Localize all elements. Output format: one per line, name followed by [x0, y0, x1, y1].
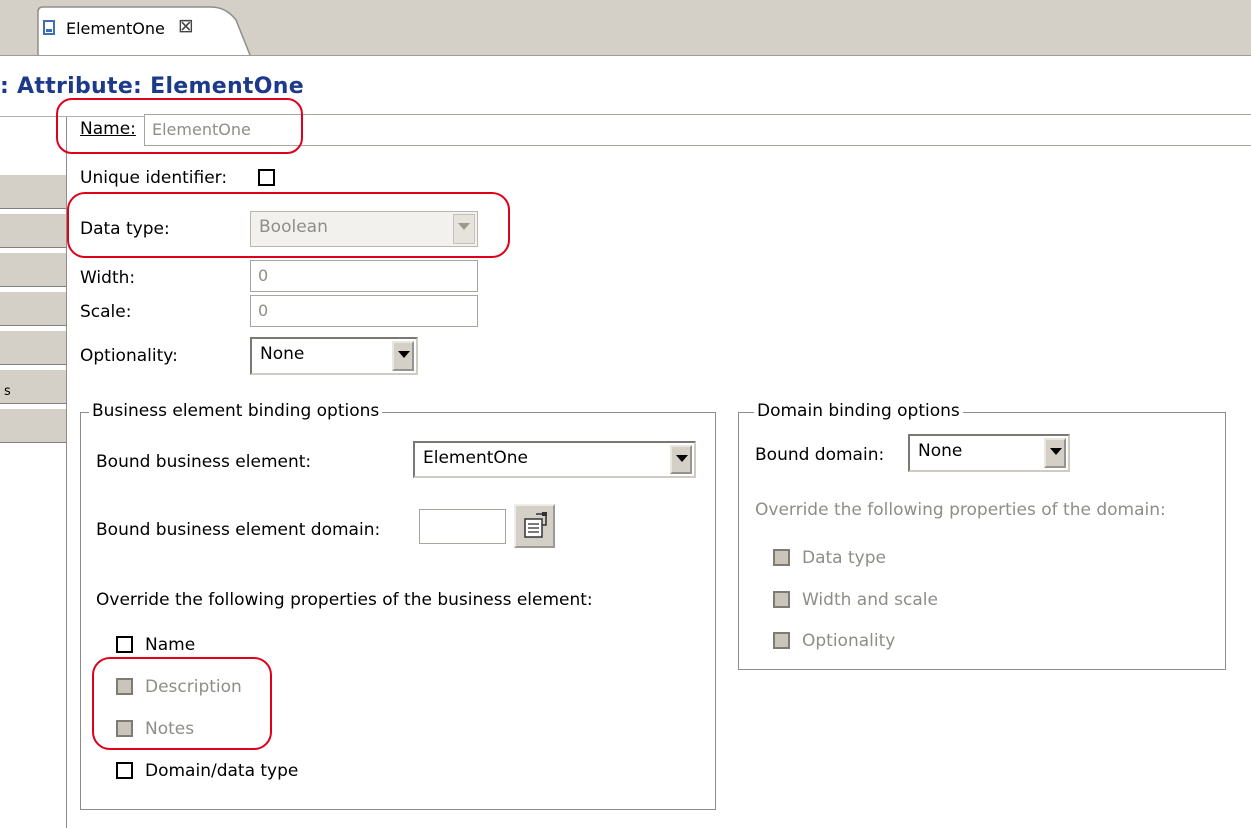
- highlight-data-type: [67, 192, 510, 258]
- left-strip-button-4[interactable]: [0, 291, 66, 326]
- left-strip-label: s: [4, 384, 11, 399]
- width-label: Width:: [80, 268, 136, 288]
- scale-label: Scale:: [80, 302, 132, 322]
- bound-domain-value: None: [918, 441, 963, 461]
- bound-domain-select[interactable]: None: [908, 434, 1070, 472]
- name-field[interactable]: ElementOne: [144, 114, 1251, 146]
- domain-override-data-type-label: Data type: [802, 548, 886, 568]
- chevron-down-icon: [1044, 438, 1066, 468]
- domain-override-width-scale-checkbox[interactable]: [773, 591, 790, 608]
- editor-tab[interactable]: ElementOne ⊠: [36, 6, 251, 56]
- domain-override-optionality-checkbox[interactable]: [773, 632, 790, 649]
- page-title: : Attribute: ElementOne: [0, 74, 304, 99]
- optionality-value: None: [260, 344, 305, 364]
- bound-business-element-select[interactable]: ElementOne: [413, 441, 696, 478]
- business-element-binding-title: Business element binding options: [89, 401, 383, 421]
- tab-label: ElementOne: [66, 19, 165, 38]
- override-name-label: Name: [145, 635, 196, 655]
- left-strip-button-5[interactable]: [0, 330, 66, 365]
- document-icon: [43, 20, 55, 35]
- domain-binding-title: Domain binding options: [754, 401, 963, 421]
- left-strip-button-3[interactable]: [0, 252, 66, 287]
- width-field[interactable]: 0: [250, 260, 478, 292]
- bound-business-element-label: Bound business element:: [96, 452, 312, 472]
- override-domain-data-type-label: Domain/data type: [145, 761, 299, 781]
- unique-identifier-label: Unique identifier:: [80, 168, 228, 188]
- optionality-select[interactable]: None: [250, 337, 418, 375]
- domain-override-data-type-checkbox[interactable]: [773, 549, 790, 566]
- domain-override-optionality-label: Optionality: [802, 631, 896, 651]
- chevron-down-icon: [392, 341, 414, 371]
- override-name-checkbox[interactable]: [116, 636, 133, 653]
- chevron-down-icon: [670, 445, 692, 474]
- left-strip-button-2[interactable]: [0, 213, 66, 248]
- business-override-label: Override the following properties of the…: [96, 590, 593, 610]
- override-domain-data-type-checkbox[interactable]: [116, 762, 133, 779]
- domain-picker-icon: [524, 512, 547, 538]
- highlight-name: [56, 98, 303, 154]
- domain-picker-button[interactable]: [514, 504, 555, 548]
- scale-field[interactable]: 0: [250, 295, 478, 327]
- bound-business-element-domain-label: Bound business element domain:: [96, 520, 381, 540]
- domain-override-label: Override the following properties of the…: [755, 500, 1166, 520]
- left-strip-button-7[interactable]: [0, 408, 66, 443]
- unique-identifier-checkbox[interactable]: [258, 169, 275, 186]
- close-icon[interactable]: ⊠: [178, 15, 194, 37]
- optionality-label: Optionality:: [80, 346, 178, 366]
- left-strip-button-1[interactable]: [0, 174, 66, 209]
- domain-override-width-scale-label: Width and scale: [802, 590, 938, 610]
- bound-business-element-domain-field[interactable]: [419, 509, 506, 544]
- bound-business-element-value: ElementOne: [423, 448, 528, 468]
- highlight-description-notes: [92, 657, 272, 750]
- bound-domain-label: Bound domain:: [755, 445, 885, 465]
